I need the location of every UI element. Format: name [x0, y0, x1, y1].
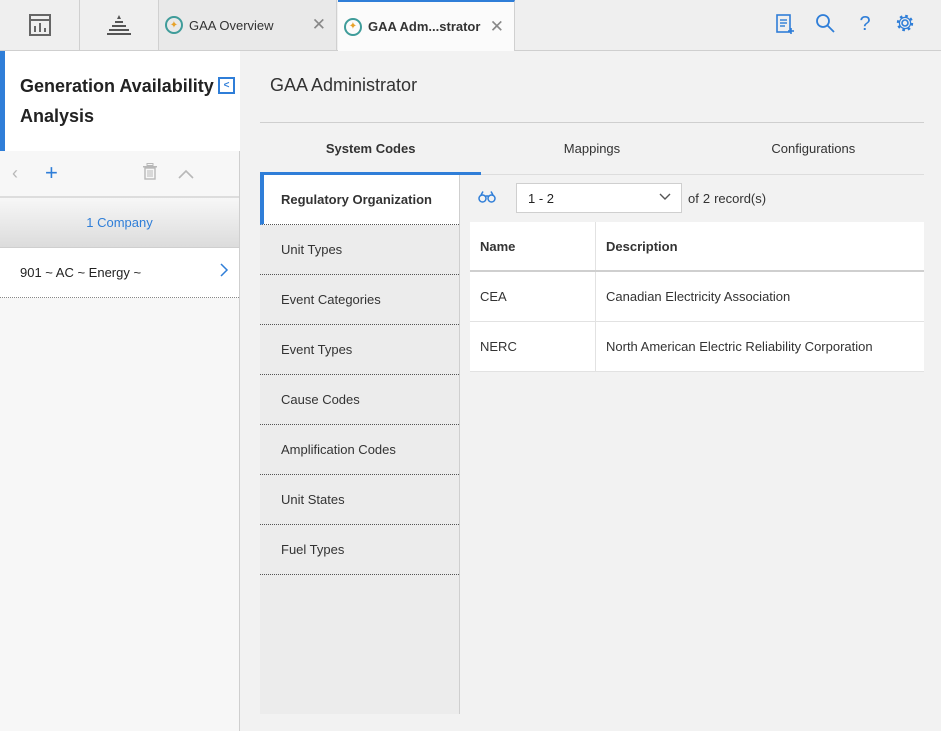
table-row[interactable]: NERC North American Electric Reliability…: [470, 322, 924, 372]
hierarchy-button[interactable]: [80, 0, 159, 50]
tab-gaa-overview[interactable]: ✦ GAA Overview ✕: [159, 0, 337, 50]
add-icon[interactable]: +: [45, 160, 58, 186]
system-codes-list: Regulatory Organization Unit Types Event…: [260, 175, 460, 714]
column-header-description[interactable]: Description: [596, 222, 924, 270]
new-record-button[interactable]: [773, 13, 797, 41]
tab-mappings[interactable]: Mappings: [481, 123, 702, 174]
help-icon: ?: [859, 13, 871, 35]
gaa-icon: ✦: [165, 16, 183, 34]
main-title: GAA Administrator: [270, 75, 418, 95]
top-bar: ✦ GAA Overview ✕ ✦ GAA Adm...strator ✕ ?: [0, 0, 941, 51]
chevron-up-icon[interactable]: [178, 163, 194, 184]
pager: 1 - 2 of 2 record(s): [470, 183, 766, 213]
gaa-icon: ✦: [344, 17, 362, 36]
tab-system-codes[interactable]: System Codes: [260, 123, 482, 175]
left-panel: ‹ + 1 Company 901 ~ AC ~ Energy ~: [0, 151, 240, 731]
chevron-down-icon: [659, 189, 671, 204]
help-button[interactable]: ?: [853, 13, 877, 36]
record-range-value: 1 - 2: [528, 190, 555, 206]
chevron-left-icon: <: [223, 80, 230, 91]
record-range-select[interactable]: 1 - 2: [516, 183, 682, 213]
close-icon[interactable]: ✕: [312, 15, 326, 35]
cell-description: North American Electric Reliability Corp…: [606, 339, 873, 354]
code-item-event-types[interactable]: Event Types: [260, 325, 459, 375]
company-list-header: 1 Company: [0, 198, 239, 248]
search-icon: [816, 14, 835, 33]
record-unit-label: record(s): [714, 190, 767, 206]
gear-icon: [896, 14, 914, 32]
tab-label: GAA Adm...strator: [368, 19, 481, 34]
search-button[interactable]: [813, 13, 837, 39]
table-row[interactable]: CEA Canadian Electricity Association: [470, 272, 924, 322]
settings-button[interactable]: [893, 13, 917, 39]
dashboard-button[interactable]: [0, 0, 80, 50]
pyramid-icon: [107, 15, 131, 35]
binoculars-icon[interactable]: [470, 190, 516, 206]
close-icon[interactable]: ✕: [490, 17, 504, 37]
table-header: Name Description: [470, 222, 924, 272]
chevron-right-icon: [220, 263, 229, 282]
cell-name: CEA: [470, 272, 596, 321]
cell-description: Canadian Electricity Association: [606, 289, 791, 304]
left-panel-header: Generation Availability Analysis <: [0, 51, 240, 151]
main-tabs: System Codes Mappings Configurations: [260, 123, 924, 175]
page-title: Generation Availability Analysis: [20, 76, 214, 126]
tab-configurations[interactable]: Configurations: [703, 123, 924, 174]
code-item-amplification-codes[interactable]: Amplification Codes: [260, 425, 459, 475]
code-item-unit-states[interactable]: Unit States: [260, 475, 459, 525]
code-item-regulatory-organization[interactable]: Regulatory Organization: [260, 175, 459, 225]
back-icon[interactable]: ‹: [12, 163, 18, 184]
code-item-fuel-types[interactable]: Fuel Types: [260, 525, 459, 575]
tab-gaa-administrator[interactable]: ✦ GAA Adm...strator ✕: [338, 0, 515, 51]
records-table: Name Description CEA Canadian Electricit…: [470, 222, 924, 372]
collapse-panel-button[interactable]: <: [218, 77, 235, 94]
tab-label: GAA Overview: [189, 17, 274, 33]
company-label: 901 ~ AC ~ Energy ~: [20, 265, 142, 280]
clipboard-add-icon: [776, 14, 794, 34]
column-header-name[interactable]: Name: [470, 222, 596, 270]
list-item[interactable]: 901 ~ AC ~ Energy ~: [0, 248, 239, 298]
record-count: 2: [702, 190, 711, 206]
dashboard-icon: [28, 14, 51, 36]
left-toolbar: ‹ +: [0, 151, 239, 198]
record-of-label: of: [688, 190, 699, 206]
code-item-cause-codes[interactable]: Cause Codes: [260, 375, 459, 425]
trash-icon[interactable]: [142, 163, 158, 185]
code-item-unit-types[interactable]: Unit Types: [260, 225, 459, 275]
code-item-event-categories[interactable]: Event Categories: [260, 275, 459, 325]
cell-name: NERC: [470, 322, 596, 371]
